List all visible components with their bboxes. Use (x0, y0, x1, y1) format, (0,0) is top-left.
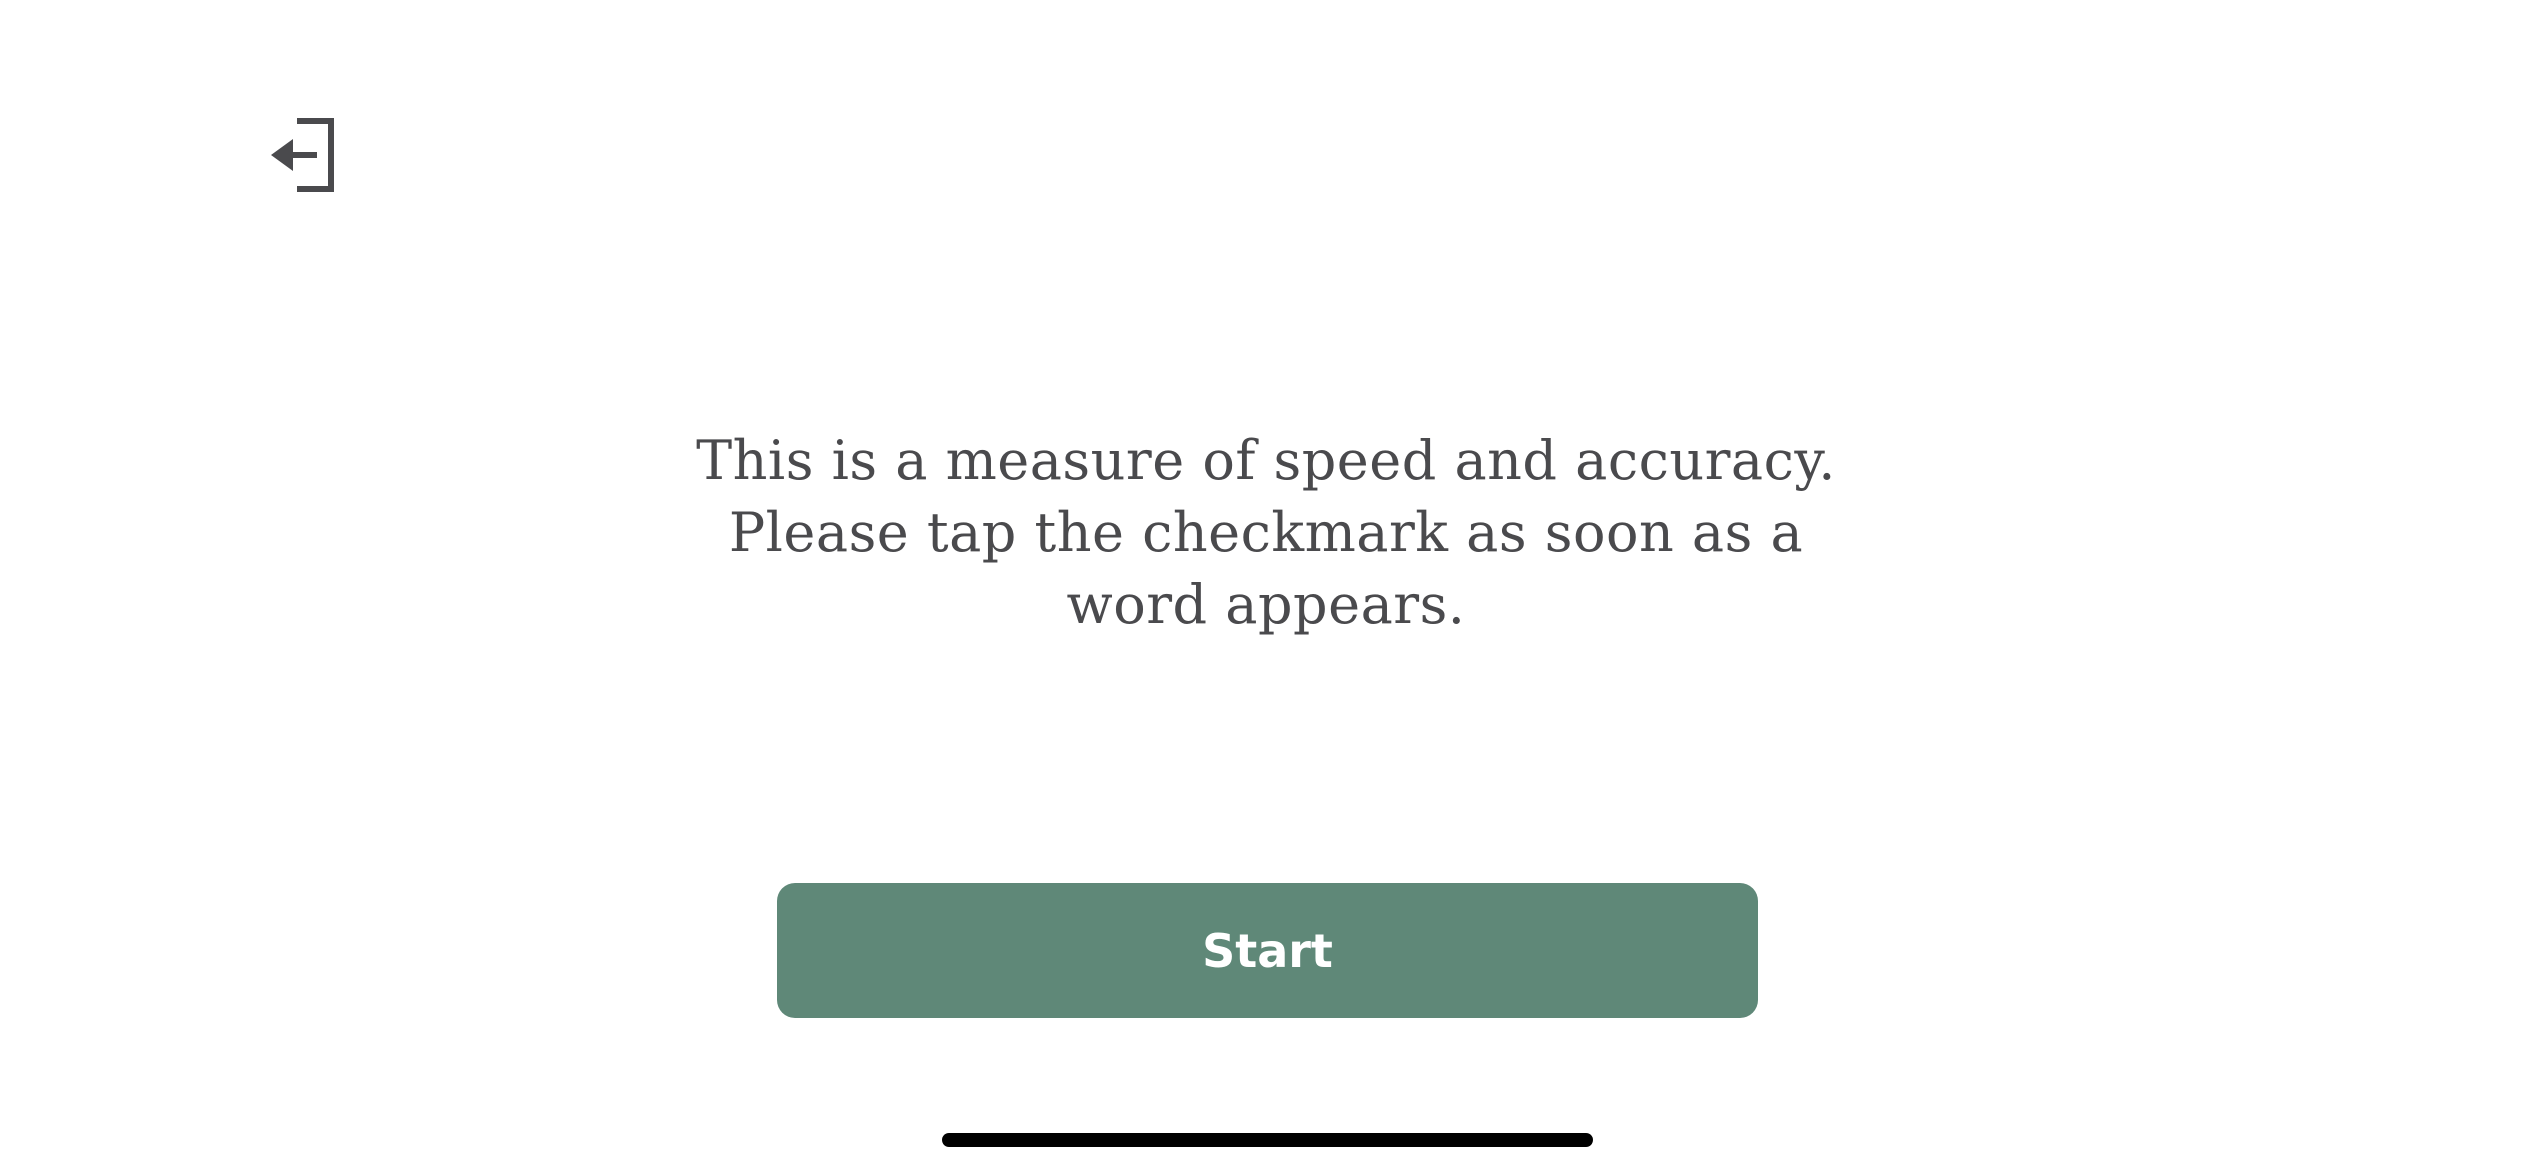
exit-button[interactable] (258, 110, 348, 200)
start-button-label: Start (1202, 923, 1333, 978)
instructions-text: This is a measure of speed and accuracy.… (696, 429, 1836, 636)
home-indicator[interactable] (942, 1133, 1593, 1147)
start-button[interactable]: Start (777, 883, 1758, 1018)
exit-icon (267, 115, 339, 195)
test-instructions-screen: This is a measure of speed and accuracy.… (0, 0, 2532, 1170)
